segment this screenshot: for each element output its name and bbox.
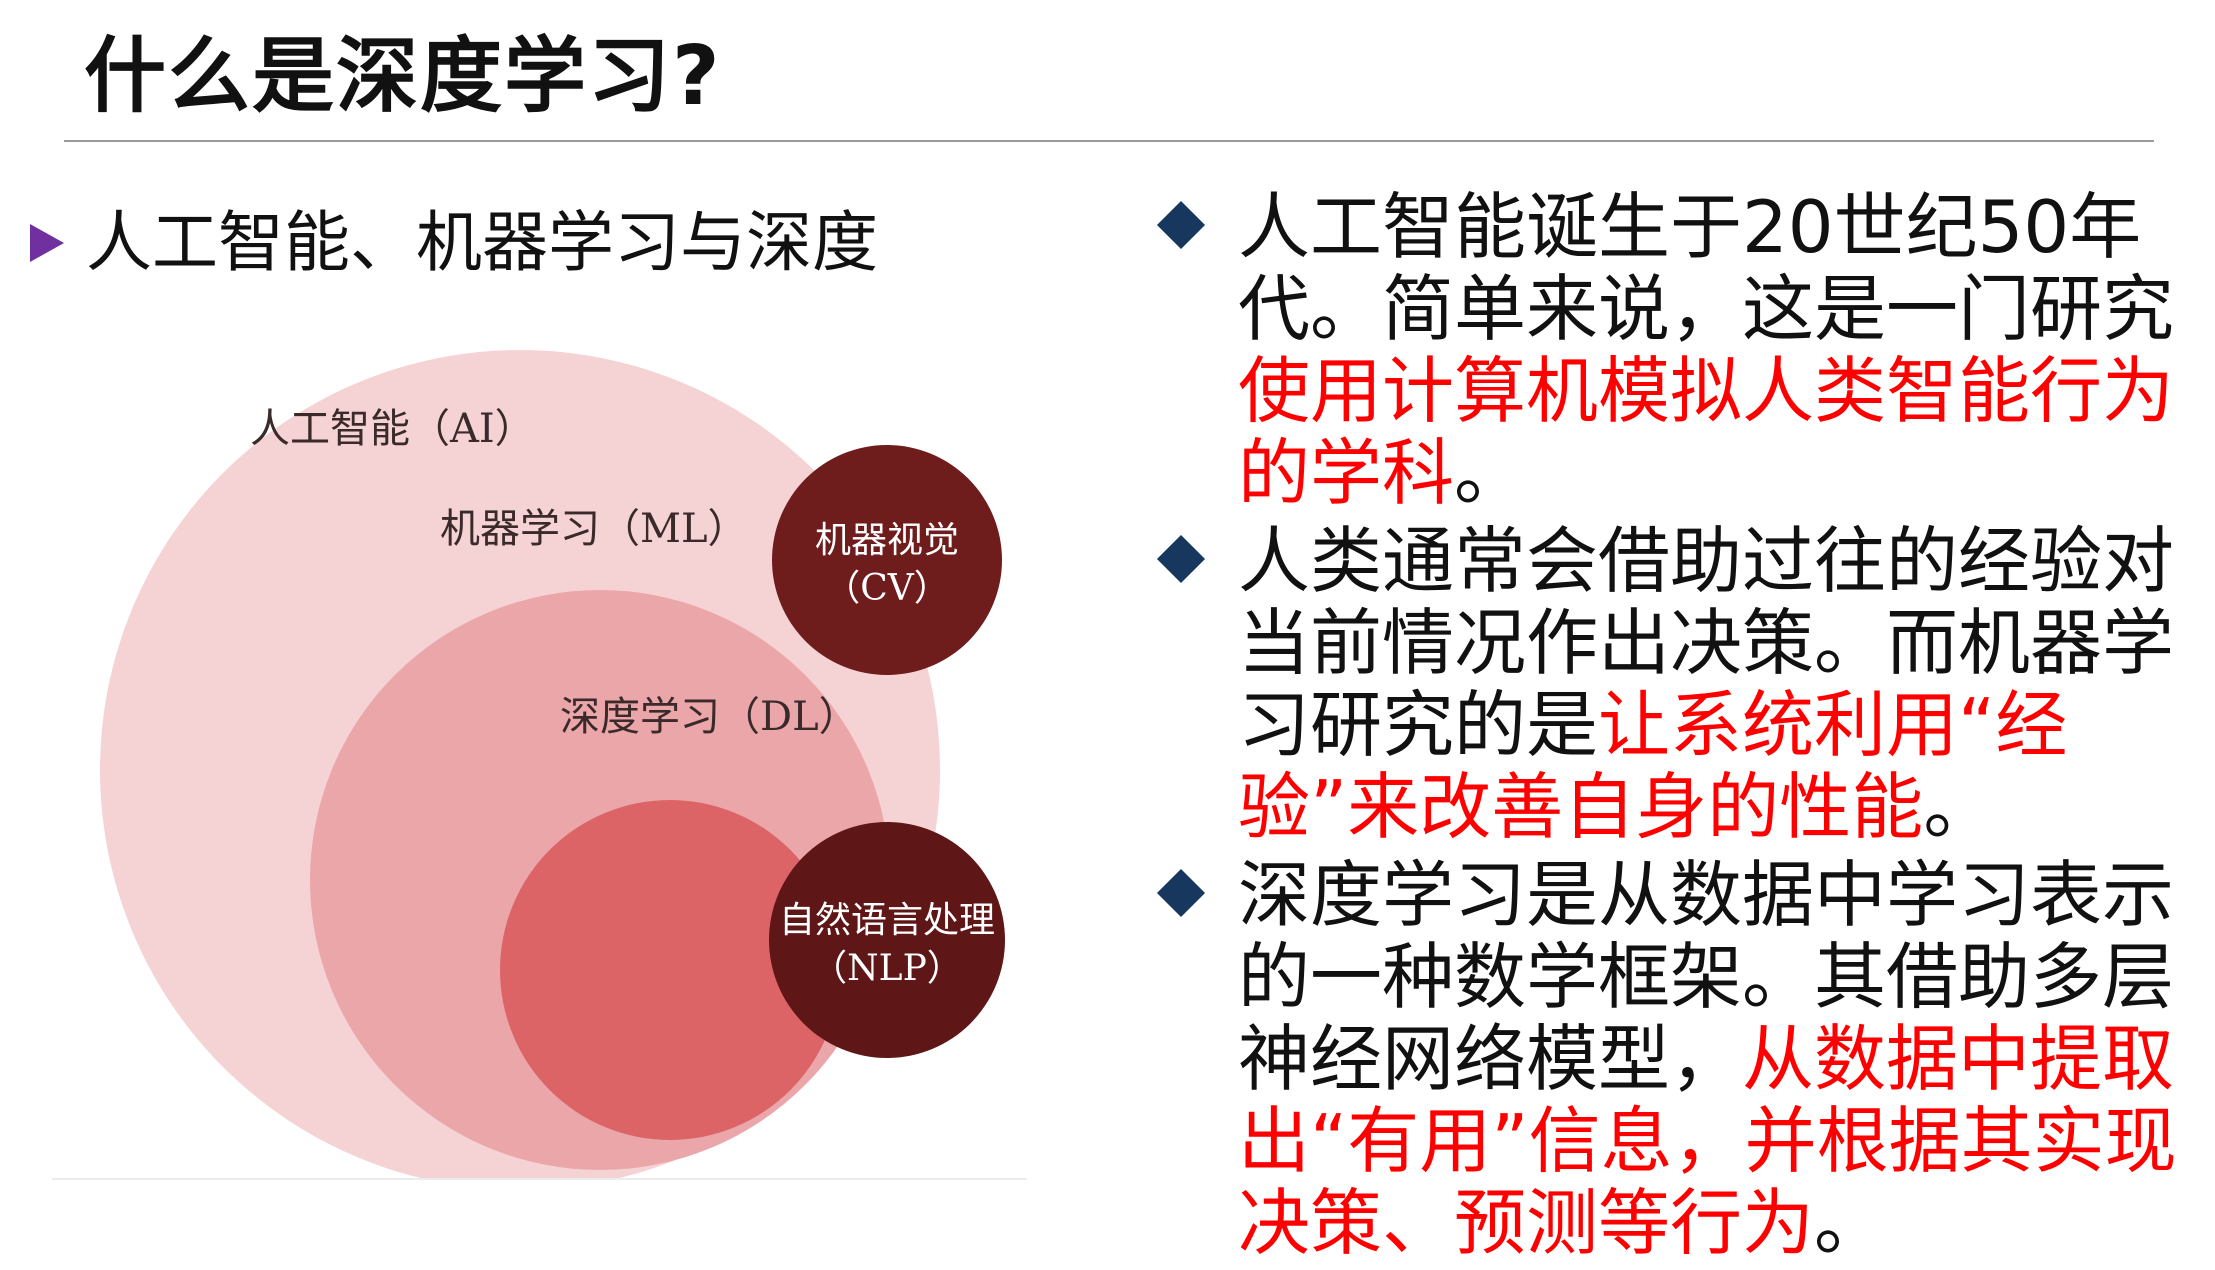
bullet-text: 人工智能诞生于20世纪50年代。简单来说，这是一门研究 [1238, 185, 2175, 351]
arrow-bullet-icon [30, 224, 64, 262]
slide-title: 什么是深度学习? [84, 29, 722, 124]
title-divider [64, 140, 2154, 142]
bullet-list: 人工智能诞生于20世纪50年代。简单来说，这是一门研究使用计算机模拟人类智能行为… [1156, 186, 2206, 1270]
nlp-label-line1: 自然语言处理 [779, 900, 995, 941]
bullet-item: 人类通常会借助过往的经验对当前情况作出决策。而机器学习研究的是让系统利用“经验”… [1156, 520, 2206, 848]
bullet-item: 深度学习是从数据中学习表示的一种数学框架。其借助多层神经网络模型，从数据中提取出… [1156, 854, 2206, 1264]
dl-label: 深度学习（DL） [560, 694, 859, 740]
bullet-text-end: 。 [1454, 431, 1527, 515]
bullet-text-end: 。 [1923, 765, 1996, 849]
ai-label: 人工智能（AI） [250, 406, 535, 452]
nlp-label-line2: （NLP） [811, 948, 963, 989]
diamond-bullet-icon [1156, 868, 1206, 918]
cv-label-line1: 机器视觉 [815, 520, 959, 561]
diagram-base-line [52, 1178, 1027, 1180]
diamond-bullet-icon [1156, 200, 1206, 250]
ai-ml-dl-venn-diagram: 人工智能（AI） 机器学习（ML） 深度学习（DL） 机器视觉 （CV） 自然语… [100, 350, 1005, 1180]
diamond-bullet-icon [1156, 534, 1206, 584]
bullet-highlight: 使用计算机模拟人类智能行为的学科 [1238, 349, 2175, 515]
bullet-item: 人工智能诞生于20世纪50年代。简单来说，这是一门研究使用计算机模拟人类智能行为… [1156, 186, 2206, 514]
ml-label: 机器学习（ML） [440, 506, 748, 552]
bullet-text-end: 。 [1814, 1181, 1887, 1265]
subheading-text: 人工智能、机器学习与深度 [86, 204, 878, 281]
cv-label-line2: （CV） [824, 568, 950, 609]
subheading: 人工智能、机器学习与深度 [30, 210, 878, 276]
